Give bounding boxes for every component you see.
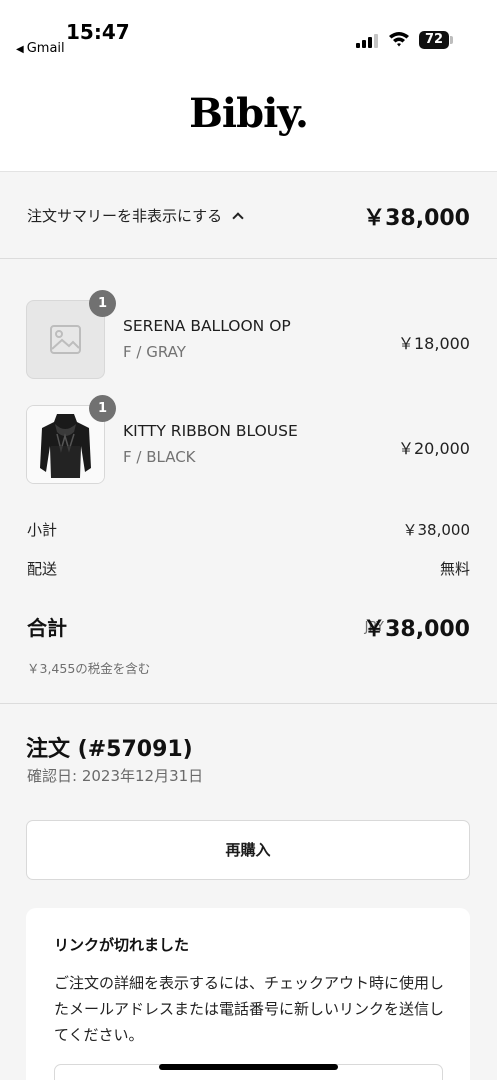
line-item: 1 SERENA BALLOON OP F / GRAY ￥18,000 <box>0 290 497 380</box>
status-bar: 15:47 ◀ Gmail 72 <box>0 0 497 60</box>
subtotal-label: 小計 <box>27 521 58 539</box>
shipping-label: 配送 <box>27 560 58 578</box>
home-indicator[interactable] <box>159 1064 338 1070</box>
item-name: KITTY RIBBON BLOUSE <box>123 422 298 440</box>
link-expired-message: ご注文の詳細を表示するには、チェックアウト時に使用したメールアドレスまたは電話番… <box>54 974 445 1044</box>
order-summary-toggle[interactable]: 注文サマリーを非表示にする ￥38,000 <box>0 173 497 259</box>
order-date: 確認日: 2023年12月31日 <box>27 767 204 785</box>
item-name: SERENA BALLOON OP <box>123 317 291 335</box>
item-variant: F / GRAY <box>123 343 186 361</box>
battery-cap <box>450 36 453 44</box>
back-to-app-link[interactable]: ◀ Gmail <box>16 41 65 56</box>
back-arrow-icon: ◀ <box>16 44 24 55</box>
order-summary: 1 SERENA BALLOON OP F / GRAY ￥18,000 1 K… <box>0 260 497 704</box>
subtotal-row: 小計 ￥38,000 <box>27 519 470 540</box>
store-logo[interactable]: Bibiy. <box>0 90 497 137</box>
item-price: ￥18,000 <box>398 334 470 353</box>
chevron-up-icon <box>232 212 244 224</box>
cellular-signal-icon <box>356 32 380 48</box>
store-header: Bibiy. <box>0 60 497 172</box>
summary-total: ￥38,000 <box>363 206 470 231</box>
shipping-row: 配送 無料 <box>27 558 470 579</box>
item-variant: F / BLACK <box>123 448 196 466</box>
product-thumbnail: 1 <box>26 290 116 379</box>
total-value: ￥38,000 <box>363 617 470 642</box>
rebuy-button[interactable]: 再購入 <box>26 820 470 880</box>
battery-icon: 72 <box>419 31 449 49</box>
link-expired-title: リンクが切れました <box>54 936 190 954</box>
quantity-badge: 1 <box>89 290 116 317</box>
item-price: ￥20,000 <box>398 439 470 458</box>
quantity-badge: 1 <box>89 395 116 422</box>
tax-note: ￥3,455の税金を含む <box>27 661 151 676</box>
back-app-label: Gmail <box>26 41 65 56</box>
shipping-value: 無料 <box>439 560 470 578</box>
wifi-icon <box>388 30 410 48</box>
summary-toggle-label: 注文サマリーを非表示にする <box>27 207 223 225</box>
line-item: 1 KITTY RIBBON BLOUSE F / BLACK ￥20,000 <box>0 395 497 485</box>
product-thumbnail: 1 <box>26 395 116 484</box>
order-title: 注文 (#57091) <box>26 737 193 762</box>
subtotal-value: ￥38,000 <box>402 521 471 539</box>
status-time: 15:47 <box>66 20 130 44</box>
summary-toggle-label-wrap: 注文サマリーを非表示にする <box>27 205 244 226</box>
total-label: 合計 <box>27 616 67 640</box>
link-expired-card: リンクが切れました ご注文の詳細を表示するには、チェックアウト時に使用したメール… <box>26 908 470 1080</box>
